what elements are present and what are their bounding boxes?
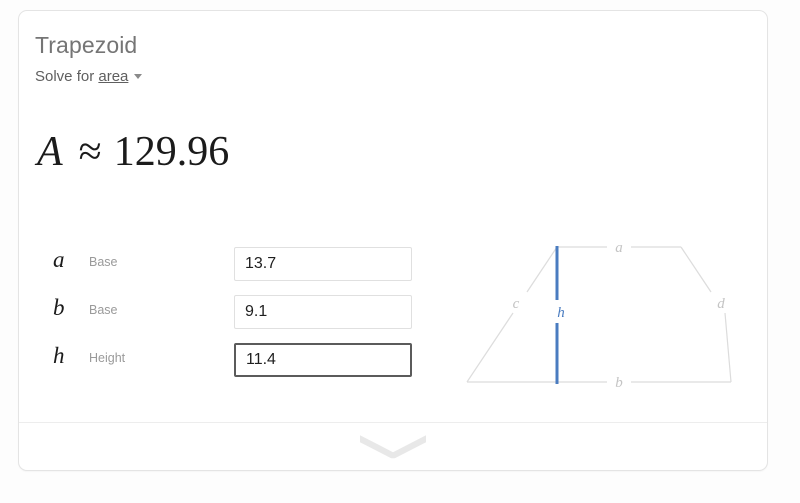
diagram-label-c: c [513, 296, 520, 312]
variable-label-a: Base [89, 255, 118, 269]
input-rows: a Base b Base h Height [37, 239, 417, 383]
variable-symbol-a: a [53, 247, 65, 272]
page-title: Trapezoid [35, 32, 138, 58]
diagram-edge-left-upper [526, 246, 558, 293]
variable-symbol-b: b [53, 295, 65, 320]
chevron-down-icon [360, 434, 426, 458]
chevron-down-icon [134, 74, 143, 79]
solve-for-row: Solve for area [35, 68, 143, 85]
solve-for-label: Solve for [35, 68, 95, 85]
diagram-label-a: a [615, 240, 623, 256]
diagram-label-b: b [615, 375, 623, 391]
card-body: Trapezoid Solve for area A ≈129.96 a Base [19, 11, 767, 423]
input-row-h: h Height [37, 335, 417, 383]
variable-label-b: Base [89, 303, 118, 317]
diagram-label-h: h [557, 305, 565, 321]
variable-symbol-h: h [53, 343, 65, 368]
variable-label-h: Height [89, 351, 126, 365]
input-field-h[interactable] [234, 343, 412, 377]
result-relation: ≈ [78, 129, 102, 175]
diagram-edge-right-lower [724, 312, 732, 383]
result-display: A ≈129.96 [37, 128, 229, 176]
solve-for-value: area [98, 68, 129, 85]
diagram-label-d: d [717, 296, 725, 312]
input-row-b: b Base [37, 287, 417, 335]
result-symbol: A [37, 129, 63, 175]
result-value: 129.96 [113, 129, 230, 175]
expand-footer[interactable] [19, 422, 767, 470]
input-row-a: a Base [37, 239, 417, 287]
input-field-b[interactable] [234, 295, 412, 329]
input-field-a[interactable] [234, 247, 412, 281]
solve-for-dropdown[interactable]: area [98, 68, 143, 85]
diagram-edge-right-upper [680, 246, 712, 293]
page-background: Trapezoid Solve for area A ≈129.96 a Base [0, 0, 800, 503]
diagram-edge-left-lower [466, 312, 514, 383]
trapezoid-diagram: a b c d h [449, 221, 749, 401]
calculator-card: Trapezoid Solve for area A ≈129.96 a Base [18, 10, 768, 471]
